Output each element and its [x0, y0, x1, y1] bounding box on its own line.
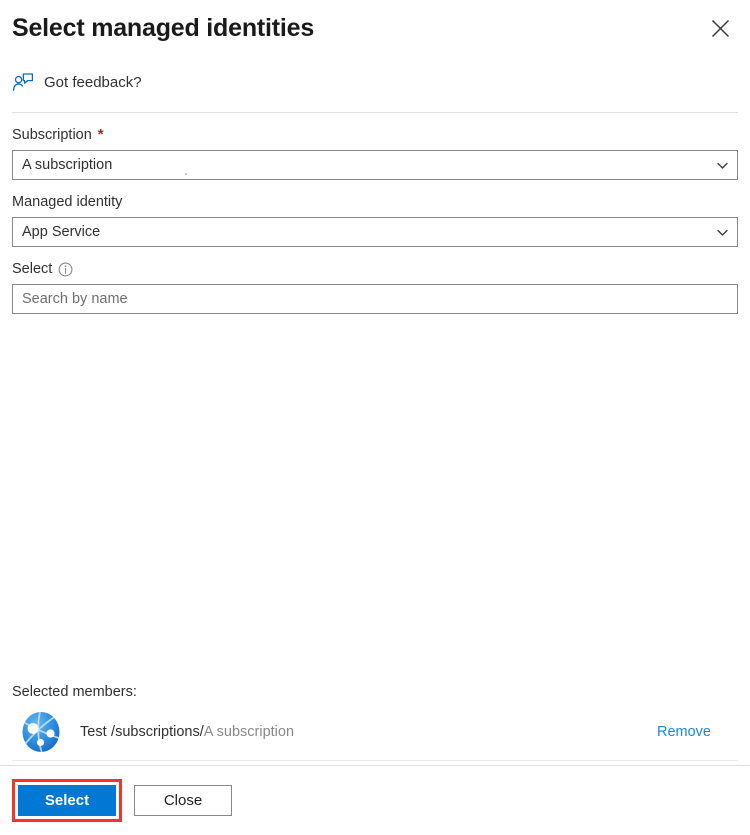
- feedback-person-icon: [12, 72, 34, 94]
- select-label: Select: [12, 261, 53, 277]
- got-feedback-label: Got feedback?: [44, 74, 142, 91]
- redaction-artifact: [185, 173, 187, 175]
- subscription-value: A subscription: [22, 157, 113, 173]
- managed-identity-field: Managed identity App Service: [12, 180, 738, 247]
- managed-identity-label-row: Managed identity: [12, 192, 738, 212]
- remove-member-link[interactable]: Remove: [657, 722, 711, 742]
- page-title: Select managed identities: [12, 14, 315, 42]
- search-input[interactable]: Search by name: [12, 284, 738, 314]
- managed-identity-value: App Service: [22, 224, 101, 240]
- member-details: Test /subscriptions/A subscription: [80, 722, 657, 743]
- dialog-body: Subscription * A subscription Managed id…: [0, 113, 750, 765]
- chevron-down-icon: [715, 158, 729, 172]
- required-asterisk: *: [97, 126, 104, 143]
- managed-identity-label: Managed identity: [12, 194, 123, 210]
- select-label-row: Select: [12, 259, 738, 279]
- subscription-field: Subscription * A subscription: [12, 113, 738, 180]
- info-icon[interactable]: [58, 262, 73, 277]
- search-results-area: [12, 314, 738, 682]
- close-button[interactable]: Close: [134, 785, 232, 816]
- member-path: /subscriptions/: [111, 723, 204, 740]
- chevron-down-icon: [715, 225, 729, 239]
- subscription-label: Subscription: [12, 127, 92, 143]
- member-subscription: A subscription: [203, 723, 295, 740]
- close-icon[interactable]: [704, 12, 736, 44]
- subscription-label-row: Subscription *: [12, 125, 738, 145]
- got-feedback-link[interactable]: Got feedback?: [0, 62, 154, 104]
- select-managed-identities-dialog: Select managed identities Got feedback? …: [0, 0, 750, 835]
- managed-identity-dropdown[interactable]: App Service: [12, 217, 738, 247]
- select-search-field: Select Search by name: [12, 247, 738, 314]
- selected-members-section: Selected members: Test /subscriptions/A …: [12, 682, 738, 765]
- member-name: Test: [80, 723, 107, 740]
- member-scope: /subscriptions/A subscription: [111, 724, 294, 740]
- list-item: Test /subscriptions/A subscription Remov…: [12, 707, 738, 761]
- dialog-header: Select managed identities: [0, 0, 750, 62]
- select-button-highlight: Select: [12, 779, 122, 822]
- app-service-icon: [19, 710, 63, 754]
- dialog-footer: Select Close: [0, 765, 750, 835]
- subscription-dropdown[interactable]: A subscription: [12, 150, 738, 180]
- selected-members-title: Selected members:: [12, 684, 137, 700]
- select-button[interactable]: Select: [18, 785, 116, 816]
- search-input-placeholder: Search by name: [22, 291, 128, 307]
